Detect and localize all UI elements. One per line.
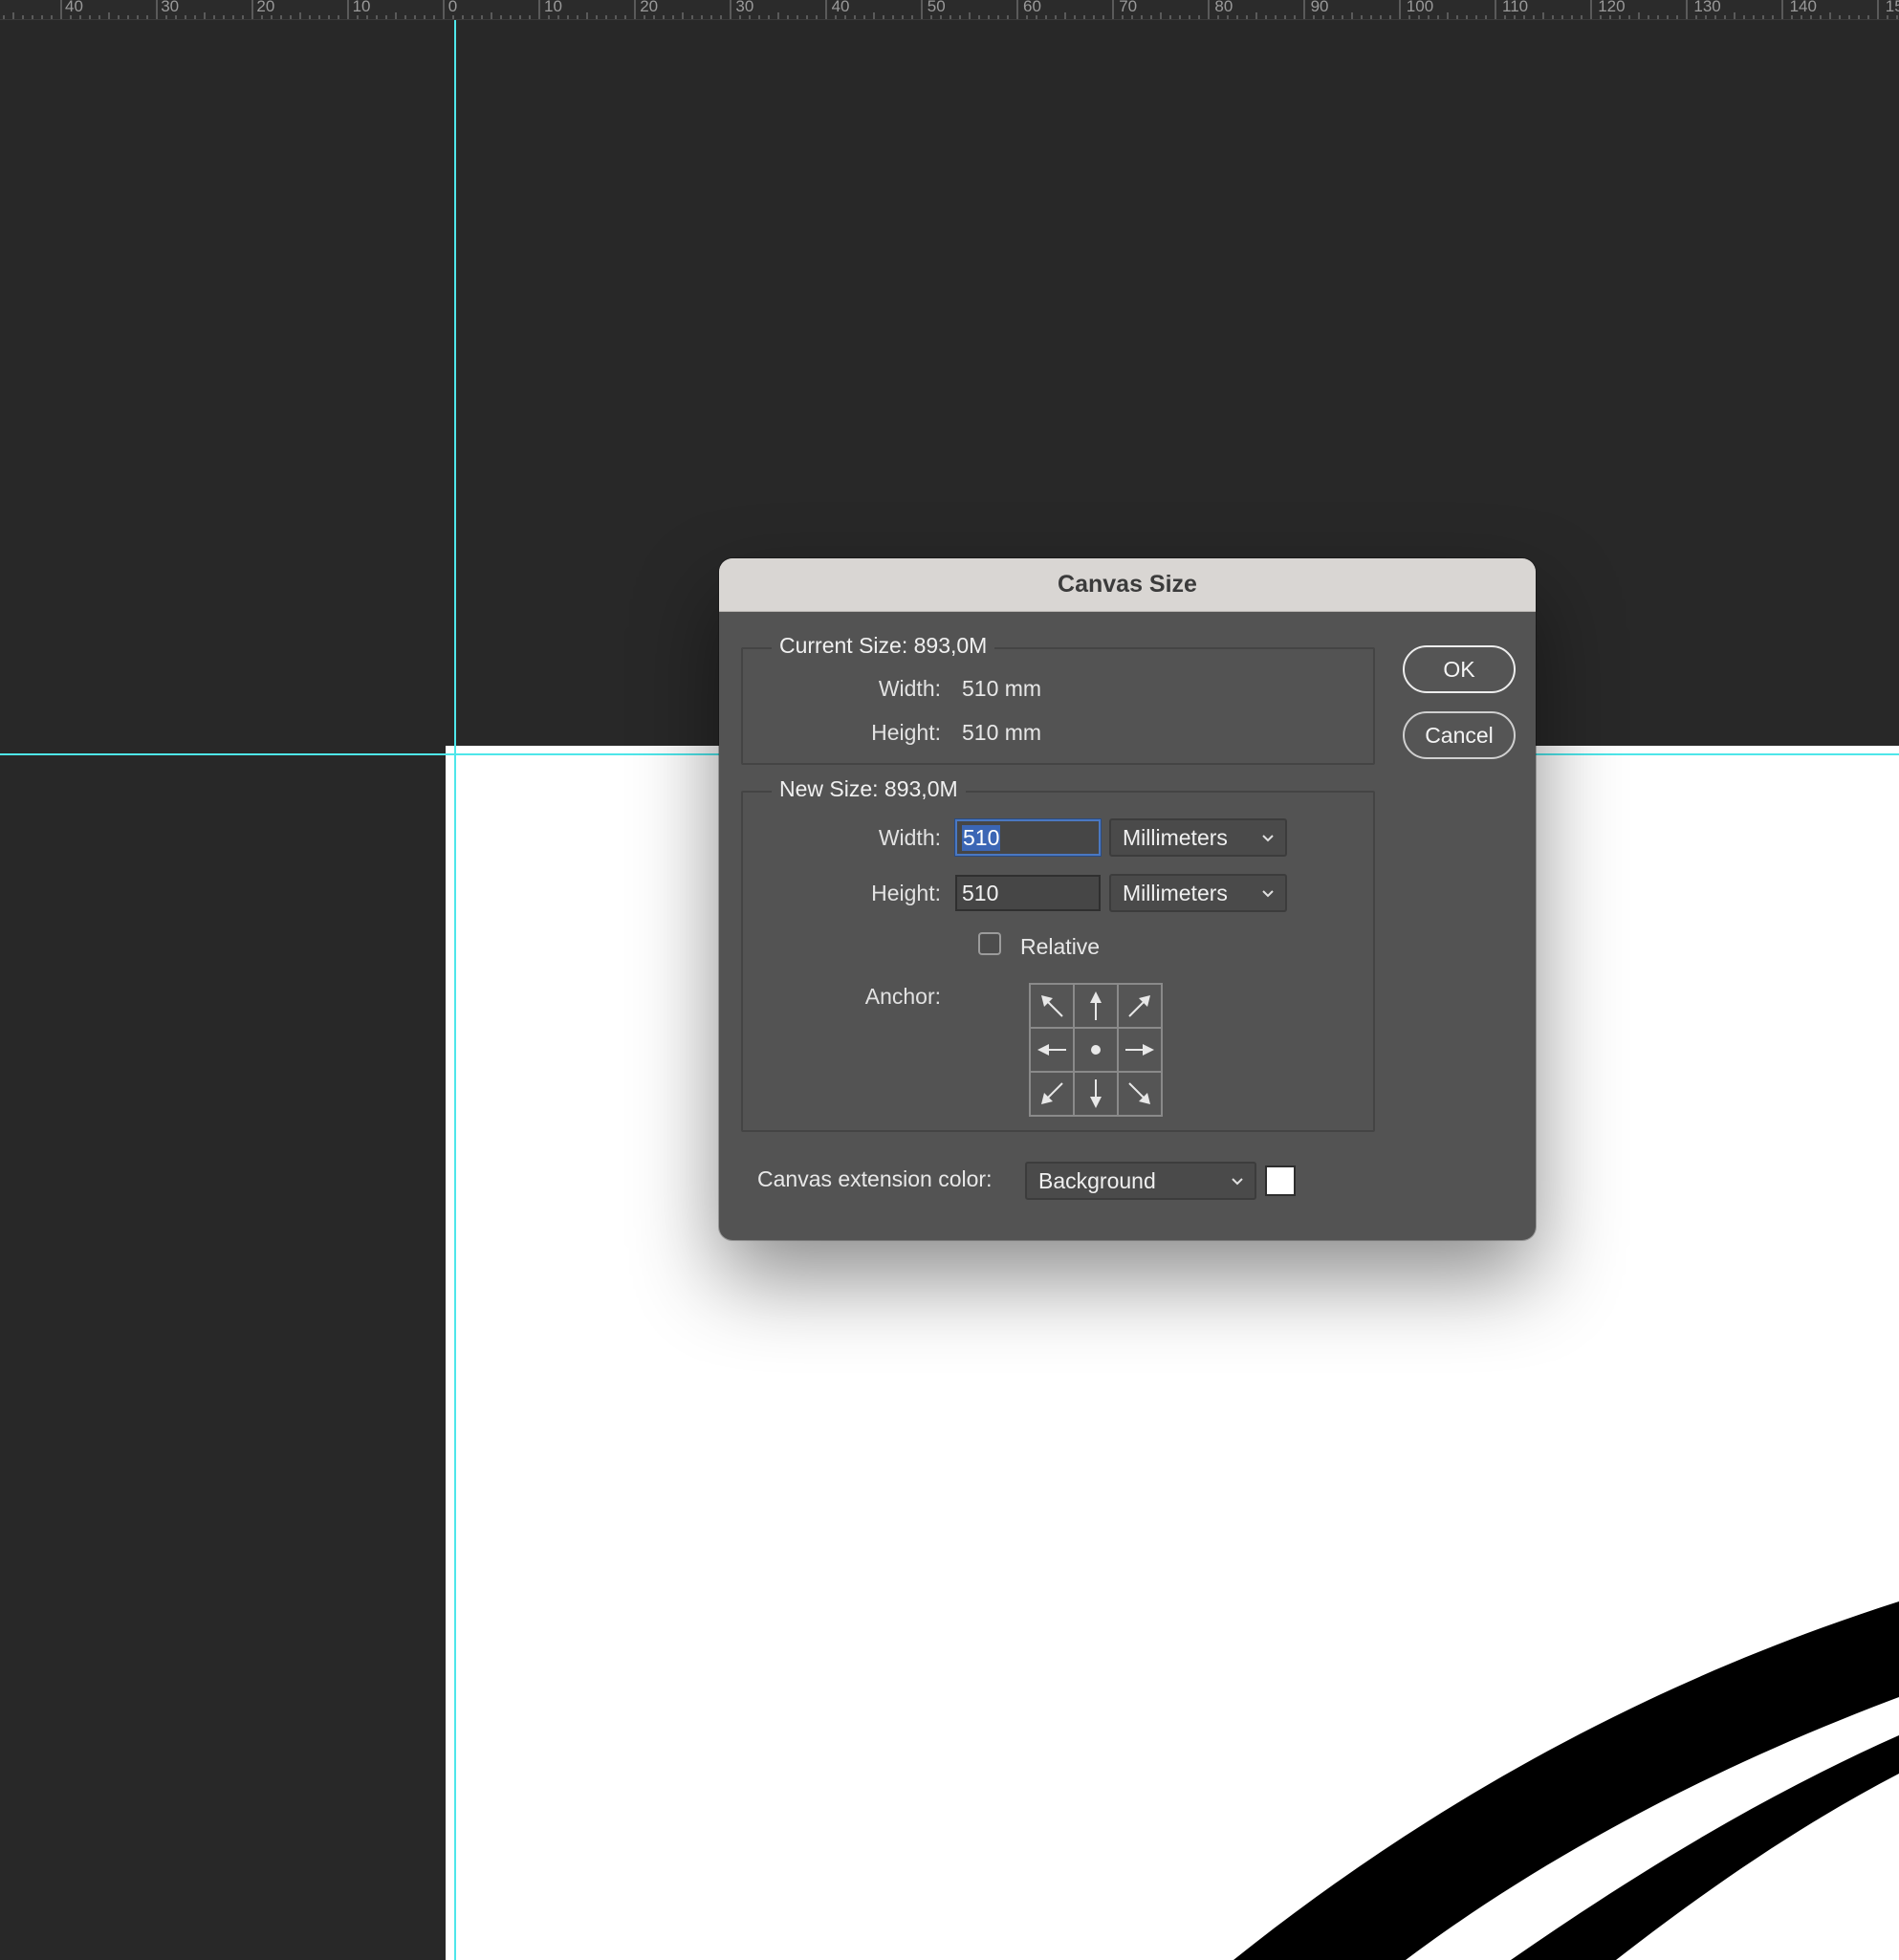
new-size-group: New Size: 893,0M Width: 510 Millimeters …: [741, 776, 1375, 1132]
ruler-tick-label: 10: [352, 0, 371, 15]
ruler-tick-label: 10: [544, 0, 562, 15]
chevron-down-icon: [1262, 835, 1274, 842]
ruler-tick-label: 60: [1023, 0, 1041, 15]
relative-checkbox[interactable]: [978, 932, 1001, 955]
ruler-tick-label: 40: [65, 0, 83, 15]
extension-color-swatch[interactable]: [1265, 1165, 1296, 1196]
current-height-label: Height:: [871, 720, 941, 745]
anchor-bottom-left[interactable]: [1030, 1072, 1074, 1116]
chevron-down-icon: [1262, 890, 1274, 898]
new-height-label: Height:: [871, 881, 941, 905]
anchor-top[interactable]: [1074, 984, 1118, 1028]
anchor-label: Anchor:: [864, 984, 941, 1009]
ruler-tick-label: 110: [1502, 0, 1529, 15]
arrow-down-icon: [1090, 1079, 1102, 1108]
width-unit-value: Millimeters: [1123, 824, 1228, 850]
current-height-value: 510 mm: [962, 720, 1042, 745]
height-unit-select[interactable]: Millimeters: [1109, 874, 1287, 912]
anchor-right[interactable]: [1118, 1028, 1162, 1072]
artwork-shape: [1233, 1601, 1899, 1960]
arrow-up-left-icon: [1041, 995, 1063, 1017]
arrow-up-right-icon: [1128, 995, 1150, 1017]
current-size-group: Current Size: 893,0M Width: 510 mm Heigh…: [741, 633, 1375, 765]
horizontal-ruler[interactable]: 40 30 20 10 0 10 20 30 40 50 60 70 80 90 100 110 120 130 1…: [0, 0, 1899, 20]
arrow-left-icon: [1037, 1044, 1066, 1056]
cancel-button-label: Cancel: [1425, 722, 1494, 748]
vertical-guide[interactable]: [454, 20, 456, 1960]
height-unit-value: Millimeters: [1123, 880, 1228, 905]
ruler-tick-label: 120: [1598, 0, 1626, 15]
anchor-top-right[interactable]: [1118, 984, 1162, 1028]
ruler-tick-label: 20: [640, 0, 659, 15]
ruler-tick-label: 0: [447, 0, 458, 15]
ruler-tick-label: 40: [831, 0, 850, 15]
anchor-center[interactable]: [1074, 1028, 1118, 1072]
arrow-up-icon: [1090, 991, 1102, 1020]
current-width-label: Width:: [878, 676, 941, 701]
chevron-down-icon: [1232, 1178, 1243, 1186]
extension-color-label: Canvas extension color:: [757, 1166, 993, 1191]
new-width-label: Width:: [878, 825, 941, 850]
ruler-tick-label: 70: [1119, 0, 1138, 15]
dialog-titlebar[interactable]: Canvas Size: [719, 558, 1536, 612]
extension-color-select[interactable]: Background: [1025, 1162, 1256, 1200]
ok-button[interactable]: OK: [1403, 645, 1516, 693]
cancel-button[interactable]: Cancel: [1403, 711, 1516, 759]
arrow-down-left-icon: [1041, 1082, 1063, 1104]
dot-icon: [1091, 1045, 1101, 1055]
new-size-legend: New Size: 893,0M: [772, 776, 966, 802]
current-size-legend: Current Size: 893,0M: [772, 633, 995, 659]
ruler-tick-label: 50: [927, 0, 946, 15]
width-input[interactable]: 510: [955, 819, 1101, 856]
width-input-value: 510: [962, 824, 1001, 851]
ruler-tick-label: 20: [256, 0, 275, 15]
anchor-top-left[interactable]: [1030, 984, 1074, 1028]
ruler-tick-label: 15: [1885, 0, 1899, 15]
extension-color-value: Background: [1038, 1167, 1156, 1193]
current-width-value: 510 mm: [962, 676, 1042, 701]
ok-button-label: OK: [1443, 656, 1475, 682]
ruler-tick-label: 90: [1310, 0, 1329, 15]
ruler-tick-label: 130: [1693, 0, 1721, 15]
height-input-value: 510: [962, 880, 999, 905]
ruler-tick-label: 100: [1406, 0, 1434, 15]
ruler-tick-label: 140: [1789, 0, 1817, 15]
anchor-bottom[interactable]: [1074, 1072, 1118, 1116]
anchor-grid: [1029, 983, 1163, 1117]
relative-label[interactable]: Relative: [1020, 934, 1100, 960]
arrow-down-right-icon: [1128, 1082, 1150, 1104]
ruler-tick-label: 30: [161, 0, 180, 15]
ruler-tick-label: 80: [1214, 0, 1233, 15]
anchor-left[interactable]: [1030, 1028, 1074, 1072]
canvas-size-dialog: Canvas Size Current Size: 893,0M Width: …: [719, 558, 1536, 1240]
height-input[interactable]: 510: [955, 875, 1101, 911]
width-unit-select[interactable]: Millimeters: [1109, 818, 1287, 857]
ruler-tick-label: 30: [735, 0, 754, 15]
dialog-title: Canvas Size: [1058, 571, 1197, 598]
arrow-right-icon: [1125, 1044, 1154, 1056]
anchor-bottom-right[interactable]: [1118, 1072, 1162, 1116]
